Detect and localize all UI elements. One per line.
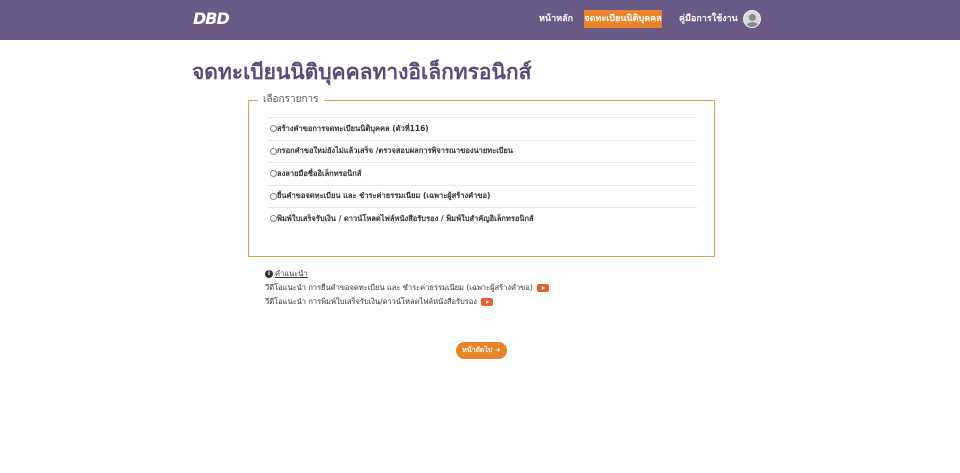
- option-label: พิมพ์ใบเสร็จรับเงิน / ดาวน์โหลดไฟล์หนังส…: [277, 213, 534, 223]
- youtube-play-icon[interactable]: [536, 284, 549, 292]
- video-line-2: วีดีโอแนะนำ การพิมพ์ใบเสร็จรับเงิน/ดาวน์…: [265, 295, 549, 309]
- option-label: ยื่นคำขอจดทะเบียน และ ชำระค่าธรรมเนียม (…: [277, 191, 491, 201]
- avatar-body: [746, 22, 759, 27]
- video-2-text: วีดีโอแนะนำ การพิมพ์ใบเสร็จรับเงิน/ดาวน์…: [265, 297, 477, 306]
- dbd-logo[interactable]: DBD: [193, 9, 233, 29]
- option-label: ลงลายมือชื่ออิเล็กทรอนิกส์: [277, 168, 362, 178]
- nav-manual[interactable]: คู่มือการใช้งาน: [679, 10, 738, 28]
- user-avatar-icon[interactable]: [743, 10, 761, 28]
- nav-home[interactable]: หน้าหลัก: [539, 10, 573, 28]
- avatar-head: [749, 14, 756, 21]
- option-label: กรอกคำขอใหม่ยังไม่แล้วเสร็จ /ตรวจสอบผลกา…: [277, 146, 514, 156]
- guide-line: i คำแนะนำ: [265, 267, 549, 281]
- option-continue-request[interactable]: กรอกคำขอใหม่ยังไม่แล้วเสร็จ /ตรวจสอบผลกา…: [268, 139, 697, 163]
- top-navbar: DBD หน้าหลัก จดทะเบียนนิติบุคคล คู่มือกา…: [0, 0, 960, 40]
- option-submit-pay[interactable]: ยื่นคำขอจดทะเบียน และ ชำระค่าธรรมเนียม (…: [268, 184, 697, 208]
- option-list: สร้างคำขอการจดทะเบียนนิติบุคคล (ตัวที่11…: [268, 117, 697, 230]
- option-create-request[interactable]: สร้างคำขอการจดทะเบียนนิติบุคคล (ตัวที่11…: [268, 117, 697, 140]
- info-block: i คำแนะนำ วีดีโอแนะนำ การยื่นคำขอจดทะเบี…: [265, 267, 549, 309]
- radio-button[interactable]: [270, 125, 277, 133]
- video-line-1: วีดีโอแนะนำ การยื่นคำขอจดทะเบียน และ ชำร…: [265, 281, 549, 295]
- info-icon: i: [265, 270, 273, 278]
- option-label: สร้างคำขอการจดทะเบียนนิติบุคคล (ตัวที่11…: [277, 123, 429, 133]
- video-1-text: วีดีโอแนะนำ การยื่นคำขอจดทะเบียน และ ชำร…: [265, 283, 533, 292]
- guide-link[interactable]: คำแนะนำ: [275, 267, 308, 281]
- option-print-download[interactable]: พิมพ์ใบเสร็จรับเงิน / ดาวน์โหลดไฟล์หนังส…: [268, 207, 697, 230]
- radio-button[interactable]: [270, 170, 277, 178]
- logo-text: DBD: [193, 9, 230, 28]
- page-title: จดทะเบียนนิติบุคคลทางอิเล็กทรอนิกส์: [192, 60, 532, 84]
- selection-legend: เลือกรายการ: [258, 93, 324, 107]
- option-e-signature[interactable]: ลงลายมือชื่ออิเล็กทรอนิกส์: [268, 162, 697, 185]
- nav-register[interactable]: จดทะเบียนนิติบุคคล: [584, 10, 662, 28]
- radio-button[interactable]: [270, 147, 277, 155]
- radio-button[interactable]: [270, 192, 277, 200]
- radio-button[interactable]: [270, 215, 277, 223]
- next-page-button[interactable]: หน้าถัดไป ➜: [456, 342, 507, 359]
- youtube-play-icon[interactable]: [480, 298, 493, 306]
